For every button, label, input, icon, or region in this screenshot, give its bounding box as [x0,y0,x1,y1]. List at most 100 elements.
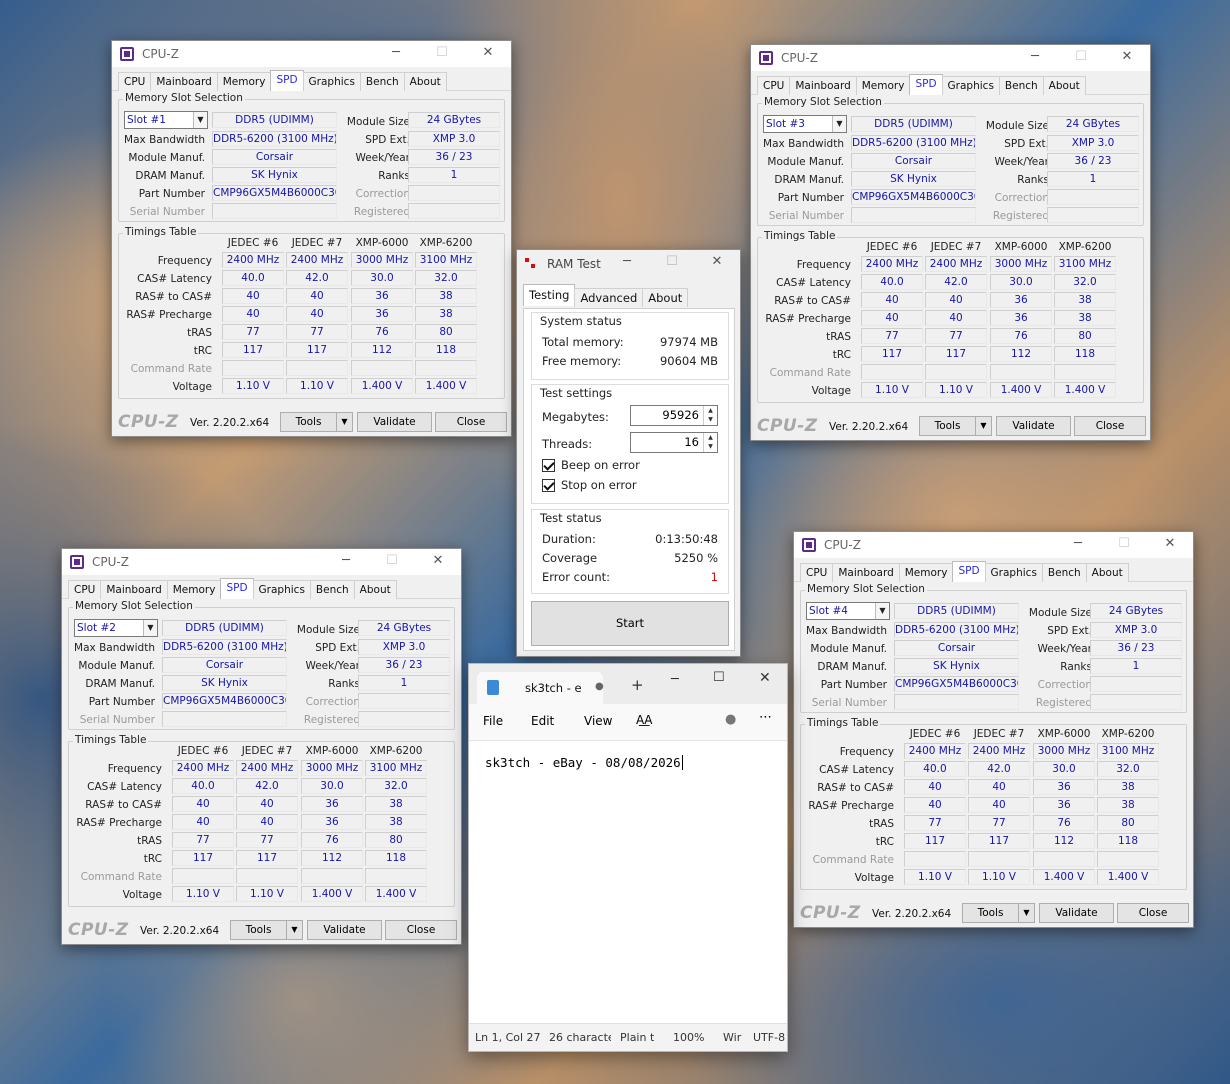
tab-cpu[interactable]: CPU [800,563,834,582]
close-icon[interactable]: ✕ [465,41,511,67]
tab-mainboard[interactable]: Mainboard [832,563,900,582]
validate-button[interactable]: Validate [996,416,1071,436]
tools-button[interactable]: Tools [230,920,287,940]
tab-graphics[interactable]: Graphics [984,563,1043,582]
status-zoom[interactable]: 100% [673,1031,704,1044]
status-encoding[interactable]: UTF-8 [753,1031,785,1044]
close-icon[interactable]: ✕ [1104,45,1150,71]
notepad-content[interactable]: sk3tch - eBay - 08/08/2026 [485,755,683,770]
menu-edit[interactable]: Edit [531,714,554,728]
close-button[interactable]: Close [385,920,457,940]
cpuz-titlebar[interactable]: CPU-Z ─ ☐ ✕ [112,41,511,67]
slot-select[interactable]: Slot #4 ▼ [806,602,890,620]
status-format[interactable]: Plain t [620,1031,656,1044]
spin-updown-icon[interactable]: ▲ ▼ [703,433,717,452]
tab-spd[interactable]: SPD [909,74,943,95]
tab-cpu[interactable]: CPU [757,76,791,95]
tab-graphics[interactable]: Graphics [941,76,1000,95]
cpuz-titlebar[interactable]: CPU-Z ─ ☐ ✕ [62,549,461,575]
slot-select[interactable]: Slot #1 ▼ [124,111,208,129]
close-icon[interactable]: ✕ [1147,532,1193,558]
tab-about[interactable]: About [403,72,447,91]
tab-bench[interactable]: Bench [309,580,355,599]
tools-dropdown-icon[interactable]: ▼ [286,920,303,940]
validate-button[interactable]: Validate [1039,903,1114,923]
cpuz-titlebar[interactable]: CPU-Z ─ ☐ ✕ [751,45,1150,71]
tab-cpu[interactable]: CPU [118,72,152,91]
tools-button[interactable]: Tools [280,412,337,432]
maximize-icon[interactable]: ☐ [1058,45,1104,71]
cpuz-titlebar[interactable]: CPU-Z ─ ☐ ✕ [794,532,1193,558]
tab-advanced[interactable]: Advanced [574,288,644,307]
maximize-icon[interactable]: ☐ [650,250,694,278]
minimize-icon[interactable]: ─ [1055,532,1101,558]
minimize-icon[interactable]: ─ [1012,45,1058,71]
new-tab-icon[interactable]: + [631,676,644,694]
tools-button[interactable]: Tools [962,903,1019,923]
account-icon[interactable]: ● [725,712,736,727]
tools-button[interactable]: Tools [919,416,976,436]
tab-spd[interactable]: SPD [270,70,304,91]
validate-button[interactable]: Validate [307,920,382,940]
minimize-icon[interactable]: ─ [604,250,650,278]
tab-memory[interactable]: Memory [898,563,954,582]
tab-bench[interactable]: Bench [1041,563,1087,582]
checkbox-checked-icon[interactable] [542,458,555,472]
tab-memory[interactable]: Memory [855,76,911,95]
tab-testing[interactable]: Testing [523,284,576,306]
tab-graphics[interactable]: Graphics [302,72,361,91]
menu-view[interactable]: View [584,714,612,728]
tab-spd[interactable]: SPD [952,561,986,582]
tab-bench[interactable]: Bench [359,72,405,91]
close-button[interactable]: Close [1074,416,1146,436]
maximize-icon[interactable]: ☐ [369,549,415,575]
tools-dropdown-icon[interactable]: ▼ [336,412,353,432]
notepad-titlebar[interactable]: sk3tch - e ● + ─ ☐ ✕ [469,664,787,704]
maximize-icon[interactable]: ☐ [1101,532,1147,558]
threads-stepper[interactable]: 16 ▲ ▼ [630,432,718,453]
tools-dropdown-icon[interactable]: ▼ [975,416,992,436]
ramtest-titlebar[interactable]: RAM Test ─ ☐ ✕ [517,250,740,278]
status-line-ending[interactable]: Wir [723,1031,741,1044]
close-icon[interactable]: ✕ [415,549,461,575]
tab-bench[interactable]: Bench [998,76,1044,95]
close-button[interactable]: Close [1117,903,1189,923]
slot-select[interactable]: Slot #2 ▼ [74,619,158,637]
slot-select[interactable]: Slot #3 ▼ [763,115,847,133]
minimize-icon[interactable]: ─ [323,549,369,575]
close-icon[interactable]: ✕ [759,670,771,686]
tab-mainboard[interactable]: Mainboard [789,76,857,95]
tab-cpu[interactable]: CPU [68,580,102,599]
maximize-icon[interactable]: ☐ [713,670,725,685]
chevron-down-icon[interactable]: ▼ [875,603,889,619]
font-format-icon[interactable]: A͟A [636,713,652,727]
tab-about[interactable]: About [353,580,397,599]
notepad-tab[interactable]: sk3tch - e ● [477,672,604,704]
more-options-icon[interactable]: ⋯ [759,710,772,725]
maximize-icon[interactable]: ☐ [419,41,465,67]
start-button[interactable]: Start [531,601,729,646]
tools-dropdown-icon[interactable]: ▼ [1018,903,1035,923]
close-button[interactable]: Close [435,412,507,432]
close-icon[interactable]: ✕ [694,250,740,278]
menu-file[interactable]: File [483,714,503,728]
tab-mainboard[interactable]: Mainboard [150,72,218,91]
chevron-down-icon[interactable]: ▼ [143,620,157,636]
chevron-down-icon[interactable]: ▼ [193,112,207,128]
chevron-down-icon[interactable]: ▼ [832,116,846,132]
tab-spd[interactable]: SPD [220,578,254,599]
minimize-icon[interactable]: ─ [373,41,419,67]
tab-about[interactable]: About [1042,76,1086,95]
tab-graphics[interactable]: Graphics [252,580,311,599]
beep-on-error-checkbox[interactable]: Beep on error [542,458,640,472]
tab-about[interactable]: About [642,288,689,307]
notepad-editor[interactable]: sk3tch - eBay - 08/08/2026 [469,740,787,1023]
megabytes-stepper[interactable]: 95926 ▲ ▼ [630,405,718,426]
tab-memory[interactable]: Memory [216,72,272,91]
minimize-icon[interactable]: ─ [671,672,679,687]
validate-button[interactable]: Validate [357,412,432,432]
tab-about[interactable]: About [1085,563,1129,582]
spin-updown-icon[interactable]: ▲ ▼ [703,406,717,425]
checkbox-checked-icon[interactable] [542,478,555,492]
tab-mainboard[interactable]: Mainboard [100,580,168,599]
